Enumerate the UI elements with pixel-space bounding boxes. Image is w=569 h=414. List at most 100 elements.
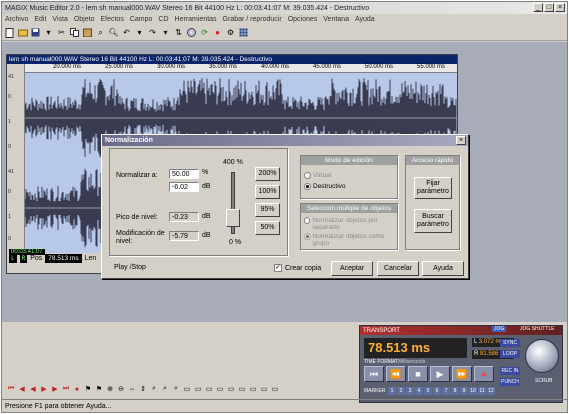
zoom-selection-icon[interactable]: ⇕: [138, 384, 148, 395]
stop-icon[interactable]: ■: [408, 366, 428, 382]
undo-dropdown-icon[interactable]: ▾: [134, 27, 145, 38]
preset-100-button[interactable]: 100%: [255, 185, 280, 199]
marker-icon[interactable]: ⚑: [83, 384, 93, 395]
marker-button[interactable]: 4: [415, 387, 423, 395]
menu-campo[interactable]: Campo: [130, 16, 153, 23]
menu-grabar[interactable]: Grabar / reproducir: [223, 16, 282, 23]
multi-group-radio[interactable]: Normalizar objetos como grupo: [304, 233, 394, 247]
menu-efectos[interactable]: Efectos: [100, 16, 123, 23]
punch-button[interactable]: PUNCH: [500, 378, 520, 386]
rec-in-button[interactable]: REC IN: [500, 367, 520, 375]
level-slider-thumb[interactable]: [226, 209, 240, 227]
maximize-button[interactable]: □: [544, 3, 554, 12]
goto-end-icon[interactable]: ⏭: [61, 384, 71, 395]
zoom-icon[interactable]: ⌕: [149, 384, 159, 395]
find-parameter-button[interactable]: Buscar parámetro: [414, 209, 452, 233]
marker-button[interactable]: 3: [406, 387, 414, 395]
jog-toggle[interactable]: JOG: [492, 326, 507, 332]
goto-start-icon[interactable]: ⏮: [6, 384, 16, 395]
dropdown-arrow-icon[interactable]: ▾: [43, 27, 54, 38]
normalize-percent-input[interactable]: 50.00: [169, 169, 199, 179]
marker-button[interactable]: 1: [388, 387, 396, 395]
view-icon[interactable]: ▭: [193, 384, 203, 395]
channel-r-indicator[interactable]: R: [19, 254, 28, 263]
view-icon[interactable]: ▭: [226, 384, 236, 395]
save-icon[interactable]: [30, 27, 41, 38]
help-button[interactable]: Ayuda: [422, 261, 464, 276]
menu-cd[interactable]: CD: [158, 16, 168, 23]
rewind-start-icon[interactable]: ⏮: [364, 366, 384, 382]
redo-dropdown-icon[interactable]: ▾: [160, 27, 171, 38]
menu-archivo[interactable]: Archivo: [5, 16, 28, 23]
marker-button[interactable]: 8: [451, 387, 459, 395]
zoom-icon[interactable]: ⌕: [160, 384, 170, 395]
view-icon[interactable]: ▭: [204, 384, 214, 395]
view-icon[interactable]: ▭: [270, 384, 280, 395]
menu-vista[interactable]: Vista: [52, 16, 67, 23]
arrange-icon[interactable]: ⇅: [173, 27, 184, 38]
view-icon[interactable]: ▭: [237, 384, 247, 395]
mode-virtual-radio[interactable]: Virtual: [304, 172, 331, 179]
time-ruler[interactable]: 20.000 ms 25.000 ms 30.000 ms 35.000 ms …: [25, 64, 457, 73]
loop-button[interactable]: LOOP: [500, 350, 520, 358]
cancel-button[interactable]: Cancelar: [377, 261, 419, 276]
jog-shuttle-knob[interactable]: [525, 339, 559, 373]
record-button-icon[interactable]: ●: [474, 366, 494, 382]
zoom-icon[interactable]: ⌕: [171, 384, 181, 395]
grid-icon[interactable]: [238, 27, 249, 38]
mixer-icon[interactable]: ⚙: [225, 27, 236, 38]
marker-button[interactable]: 5: [424, 387, 432, 395]
view-icon[interactable]: ▭: [182, 384, 192, 395]
zoom-out-icon[interactable]: ⊖: [116, 384, 126, 395]
dialog-close-button[interactable]: ×: [456, 136, 466, 145]
accept-button[interactable]: Aceptar: [331, 261, 373, 276]
fix-parameter-button[interactable]: Fijar parámetro: [414, 177, 452, 199]
forward-icon[interactable]: ⏩: [452, 366, 472, 382]
zoom-icon[interactable]: ⌕: [95, 27, 106, 38]
play-stop-button[interactable]: Play /Stop: [109, 261, 151, 275]
preset-95-button[interactable]: 95%: [255, 203, 280, 217]
new-file-icon[interactable]: [4, 27, 15, 38]
marker-button[interactable]: 10: [469, 387, 477, 395]
multi-separate-radio[interactable]: Normalizar objetos por separado: [304, 217, 394, 231]
sync-button[interactable]: SYNC: [500, 339, 520, 347]
cut-icon[interactable]: ✂: [56, 27, 67, 38]
marker-icon[interactable]: ⚑: [94, 384, 104, 395]
open-folder-icon[interactable]: [17, 27, 28, 38]
channel-l-indicator[interactable]: L: [9, 254, 17, 263]
marker-button[interactable]: 6: [433, 387, 441, 395]
record-icon[interactable]: ●: [72, 384, 82, 395]
menu-ayuda[interactable]: Ayuda: [355, 16, 375, 23]
menu-edit[interactable]: Edit: [34, 16, 46, 23]
marker-button[interactable]: 9: [460, 387, 468, 395]
find-icon[interactable]: 🔍︎: [108, 27, 119, 38]
refresh-icon[interactable]: ⟳: [199, 27, 210, 38]
menu-opciones[interactable]: Opciones: [288, 16, 318, 23]
preset-50-button[interactable]: 50%: [255, 221, 280, 235]
marker-button[interactable]: 2: [397, 387, 405, 395]
view-icon[interactable]: ▭: [215, 384, 225, 395]
mode-destructive-radio[interactable]: Destructivo: [304, 183, 346, 190]
menu-herramientas[interactable]: Herramientas: [175, 16, 217, 23]
view-icon[interactable]: ▭: [259, 384, 269, 395]
time-format-value[interactable]: Milliseconds: [398, 359, 425, 365]
preset-200-button[interactable]: 200%: [255, 167, 280, 181]
marker-button[interactable]: 7: [442, 387, 450, 395]
marker-button[interactable]: 12: [487, 387, 495, 395]
next-icon[interactable]: ▶: [50, 384, 60, 395]
marker-button[interactable]: 11: [478, 387, 486, 395]
cd-icon[interactable]: [186, 27, 197, 38]
view-icon[interactable]: ▭: [248, 384, 258, 395]
record-icon[interactable]: ●: [212, 27, 223, 38]
normalize-db-input[interactable]: -6.02: [169, 182, 199, 192]
create-copy-checkbox[interactable]: ✓ Crear copia: [274, 264, 321, 272]
paste-icon[interactable]: [82, 27, 93, 38]
menu-objeto[interactable]: Objeto: [74, 16, 95, 23]
close-button[interactable]: ×: [555, 3, 565, 12]
zoom-in-icon[interactable]: ⊕: [105, 384, 115, 395]
redo-icon[interactable]: ↷: [147, 27, 158, 38]
undo-icon[interactable]: ↶: [121, 27, 132, 38]
minimize-button[interactable]: _: [533, 3, 543, 12]
play-icon[interactable]: ▶: [39, 384, 49, 395]
copy-icon[interactable]: [69, 27, 80, 38]
